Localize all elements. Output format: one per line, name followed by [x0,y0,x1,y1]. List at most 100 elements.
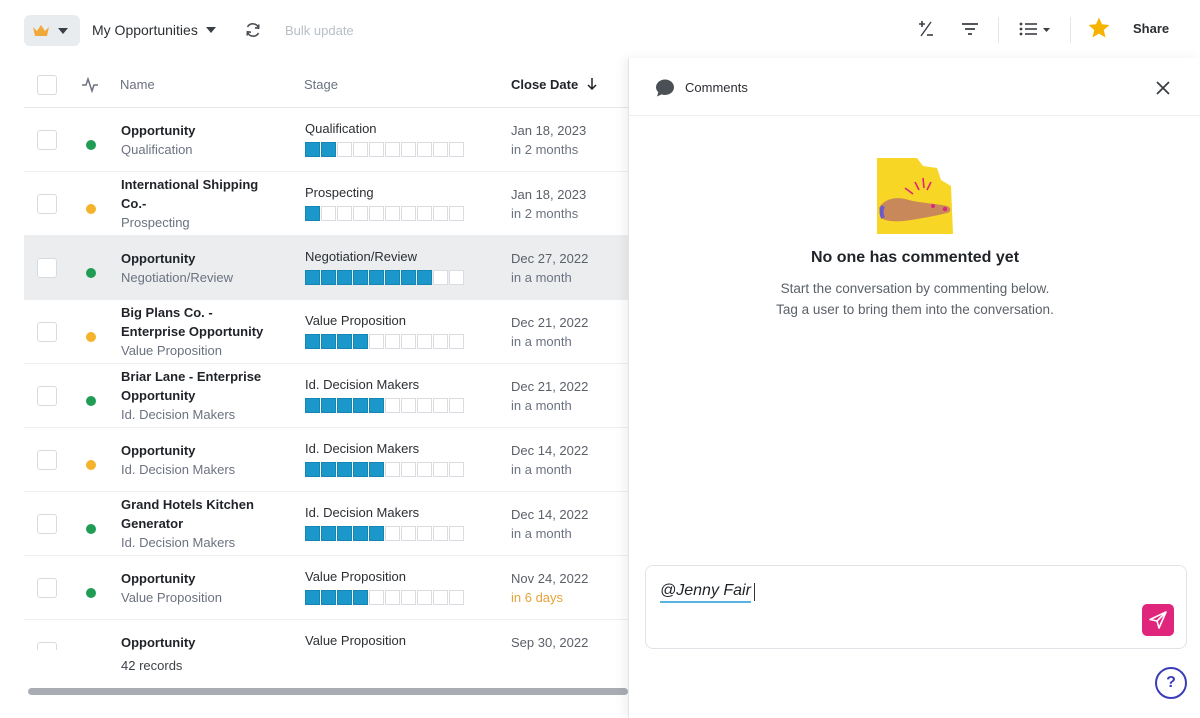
app-switcher-button[interactable] [24,15,80,46]
column-header-stage[interactable]: Stage [304,77,338,92]
stage-progress-segment [337,590,352,605]
star-icon[interactable] [1087,16,1111,40]
opportunity-name: Opportunity [121,571,196,586]
close-date-relative: in a month [511,398,572,413]
stage-progress-segment [385,526,400,541]
table-row[interactable]: Opportunity Value Proposition Sep 30, 2022 [24,620,634,650]
close-date-relative: in 2 months [511,142,579,157]
row-checkbox[interactable] [37,386,57,406]
comment-input-value: @Jenny Fair [660,582,751,599]
row-checkbox[interactable] [37,578,57,598]
stage-progress-segment [401,334,416,349]
view-selector[interactable]: My Opportunities [92,22,216,38]
stage-progress-segment [449,270,464,285]
row-checkbox[interactable] [37,514,57,534]
send-comment-button[interactable] [1142,604,1174,636]
stage-cell: Id. Decision Makers [305,441,464,477]
close-icon[interactable] [1155,80,1171,96]
table-row[interactable]: Opportunity Qualification Qualification Jan… [24,108,634,172]
table-row[interactable]: Big Plans Co. - Enterprise Opportunity Val… [24,300,634,364]
row-checkbox[interactable] [37,194,57,214]
stage-progress-bar [305,526,464,541]
opportunity-name-cell[interactable]: International Shipping Co.- Prospecting [121,175,281,232]
stage-progress-segment [449,526,464,541]
row-checkbox[interactable] [37,450,57,470]
table-row[interactable]: Grand Hotels Kitchen Generator Id. Decisio… [24,492,634,556]
stage-progress-segment [385,334,400,349]
row-checkbox[interactable] [37,130,57,150]
table-row[interactable]: Opportunity Id. Decision Makers Id. Decisi… [24,428,634,492]
stage-progress-segment [305,590,320,605]
comments-header: Comments [629,58,1200,116]
opportunity-name: Co.- [121,196,147,211]
empty-state-line-2: Tag a user to bring them into the conver… [776,302,1054,317]
table-row[interactable]: International Shipping Co.- Prospecting Pro… [24,172,634,236]
close-date-cell: Nov 24, 2022 in 6 days [511,569,588,607]
record-count: 42 records [121,658,183,673]
close-date-relative: in a month [511,462,572,477]
opportunity-name-cell[interactable]: Opportunity Qualification [121,121,281,159]
opportunities-table: Name Stage Close Date Opportunity Qualifi… [24,60,634,650]
stage-label: Prospecting [305,185,374,200]
stage-label: Id. Decision Makers [305,505,420,520]
stage-progress-segment [353,526,368,541]
stage-progress-segment [449,142,464,157]
table-row[interactable]: Briar Lane - Enterprise Opportunity Id. De… [24,364,634,428]
stage-progress-segment [401,526,416,541]
row-checkbox[interactable] [37,642,57,650]
column-header-name[interactable]: Name [120,77,155,92]
select-all-checkbox[interactable] [37,75,57,95]
stage-label: Negotiation/Review [305,249,418,264]
opportunity-name-cell[interactable]: Briar Lane - Enterprise Opportunity Id. De… [121,367,281,424]
activity-icon[interactable] [81,77,99,93]
bulk-update-button[interactable]: Bulk update [285,23,354,38]
opportunity-name: Generator [121,516,184,531]
column-header-close-date[interactable]: Close Date [511,77,598,92]
refresh-icon[interactable] [244,21,262,39]
opportunity-name-cell[interactable]: Opportunity [121,633,281,650]
formula-icon[interactable] [916,19,936,39]
share-button[interactable]: Share [1133,21,1169,36]
comment-input[interactable]: @Jenny Fair [660,582,751,603]
comment-composer[interactable]: @Jenny Fair [645,565,1187,649]
opportunity-name: Opportunity [121,251,196,266]
stage-progress-segment [353,462,368,477]
empty-state-line-1: Start the conversation by commenting bel… [780,281,1050,296]
close-date: Sep 30, 2022 [511,635,589,650]
crown-icon [33,24,49,36]
stage-progress-segment [449,590,464,605]
stage-progress-segment [385,462,400,477]
stage-label: Id. Decision Makers [305,377,420,392]
stage-progress-segment [433,398,448,413]
comment-bubble-icon [656,79,674,97]
help-button[interactable]: ? [1155,667,1187,699]
opportunity-name-cell[interactable]: Big Plans Co. - Enterprise Opportunity Val… [121,303,281,360]
table-row[interactable]: Opportunity Value Proposition Value Propos… [24,556,634,620]
stage-progress-segment [449,206,464,221]
close-date: Dec 14, 2022 [511,507,589,522]
opportunity-name: Big Plans Co. - [121,305,213,320]
table-row[interactable]: Opportunity Negotiation/Review Negotiation… [24,236,634,300]
list-view-icon[interactable] [1018,19,1052,39]
stage-progress-segment [433,270,448,285]
opportunity-name: Enterprise Opportunity [121,324,264,339]
opportunity-name-cell[interactable]: Grand Hotels Kitchen Generator Id. Decisio… [121,495,281,552]
horizontal-scrollbar[interactable] [28,688,628,695]
opportunity-name-cell[interactable]: Opportunity Negotiation/Review [121,249,281,287]
stage-progress-segment [321,526,336,541]
opportunity-stage-subtitle: Value Proposition [121,590,222,605]
close-date-cell: Dec 14, 2022 in a month [511,441,588,479]
stage-cell: Value Proposition [305,569,464,605]
opportunity-name-cell[interactable]: Opportunity Id. Decision Makers [121,441,281,479]
stage-progress-segment [353,398,368,413]
stage-progress-segment [433,526,448,541]
row-checkbox[interactable] [37,258,57,278]
stage-progress-segment [433,142,448,157]
row-checkbox[interactable] [37,322,57,342]
status-dot [86,588,96,598]
stage-label: Qualification [305,121,377,136]
filter-icon[interactable] [960,19,980,39]
empty-state-illustration [877,158,953,234]
opportunity-name: Opportunity [121,635,196,650]
opportunity-name-cell[interactable]: Opportunity Value Proposition [121,569,281,607]
